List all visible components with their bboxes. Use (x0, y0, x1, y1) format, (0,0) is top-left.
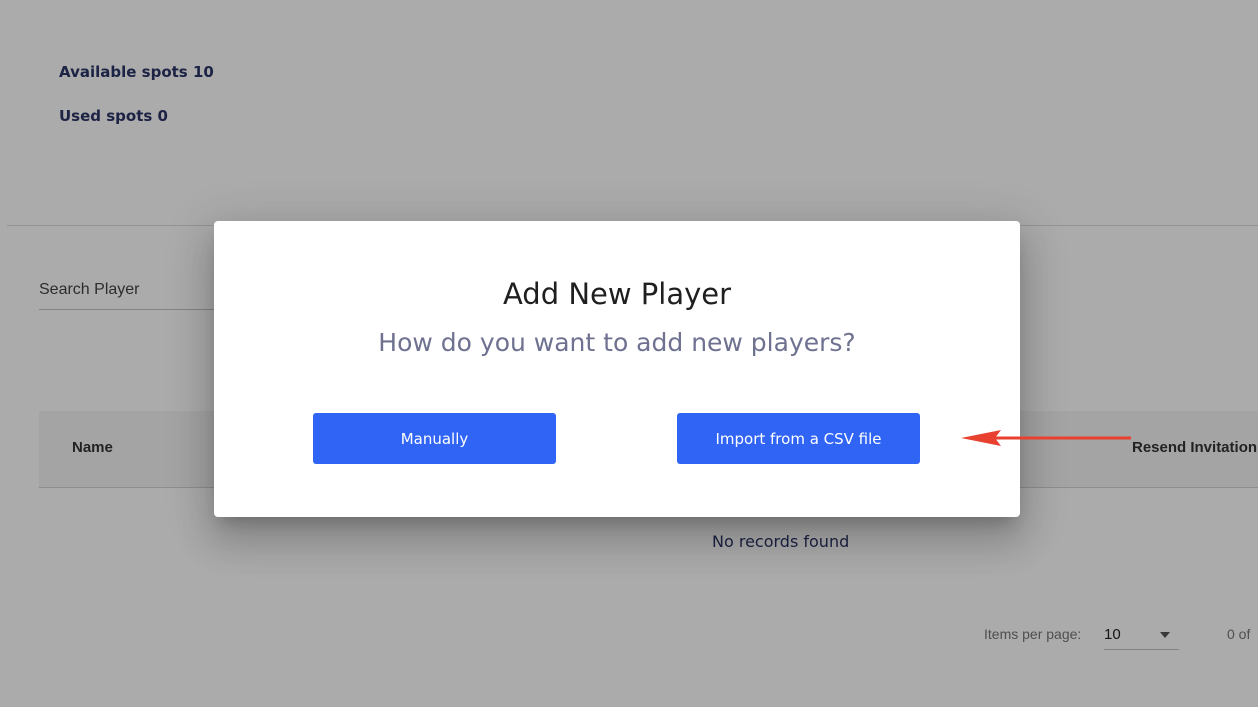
dialog-title: Add New Player (502, 277, 732, 311)
red-arrow-annotation (961, 430, 1131, 446)
dialog-subtitle: How do you want to add new players? (378, 328, 856, 357)
add-new-player-dialog: Add New Player How do you want to add ne… (214, 221, 1020, 517)
import-csv-button[interactable]: Import from a CSV file (677, 413, 920, 464)
arrow-head (961, 430, 1001, 446)
add-manually-button[interactable]: Manually (313, 413, 556, 464)
